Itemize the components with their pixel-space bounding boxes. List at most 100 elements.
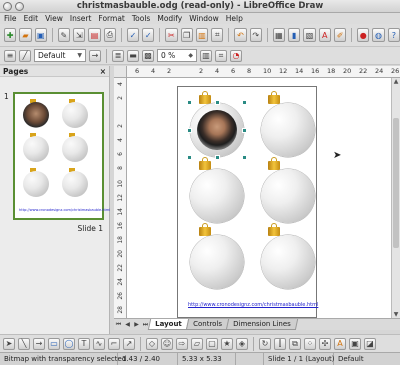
- curve-icon[interactable]: ∿: [93, 337, 105, 350]
- bauble[interactable]: [261, 169, 315, 223]
- menu-tools[interactable]: Tools: [132, 14, 150, 23]
- arrow-line-icon[interactable]: →: [33, 337, 45, 350]
- filter-icon[interactable]: ◔: [230, 49, 242, 62]
- resize-handle[interactable]: [242, 128, 247, 133]
- menu-file[interactable]: File: [4, 14, 17, 23]
- window-title: christmasbauble.odg (read-only) - LibreO…: [76, 1, 324, 11]
- bauble[interactable]: [190, 235, 244, 289]
- 3d-objects-icon[interactable]: ◈: [236, 337, 248, 350]
- copy-icon[interactable]: ❐: [180, 28, 193, 42]
- tab-layout[interactable]: Layout: [147, 319, 189, 330]
- vertical-ruler[interactable]: 4 2 2 4 6 8 10 12 14 16 18 20 22 24 26 28: [114, 78, 127, 318]
- ellipse-icon[interactable]: ◯: [63, 337, 75, 350]
- resize-handle[interactable]: [215, 155, 220, 160]
- resize-handle[interactable]: [242, 100, 247, 105]
- close-icon[interactable]: ×: [100, 67, 106, 76]
- text-icon[interactable]: T: [78, 337, 90, 350]
- resize-handle[interactable]: [242, 155, 247, 160]
- paste-icon[interactable]: ▥: [195, 28, 209, 42]
- resize-handle[interactable]: [187, 100, 192, 105]
- vertical-scrollbar[interactable]: ▲ ▼: [391, 78, 400, 318]
- styles-icon[interactable]: ≡: [4, 49, 16, 62]
- redo-icon[interactable]: ↷: [249, 28, 262, 42]
- page-url[interactable]: http://www.cronodesignz.com/christmasbau…: [188, 302, 318, 308]
- extrusion-icon[interactable]: ◪: [364, 337, 376, 350]
- prev-tab-icon[interactable]: ◀: [123, 321, 132, 328]
- flowchart-icon[interactable]: ▱: [191, 337, 203, 350]
- bauble[interactable]: [261, 235, 315, 289]
- fontwork-gallery-icon[interactable]: A: [334, 337, 346, 350]
- toolbar-separator: [51, 28, 53, 42]
- cut-icon[interactable]: ✂: [165, 28, 178, 42]
- stars-icon[interactable]: ★: [221, 337, 233, 350]
- arrow-style-icon[interactable]: →: [89, 49, 101, 62]
- slide-thumbnail[interactable]: http://www.cronodesignz.com/christmasbau…: [13, 92, 110, 220]
- line-width-icon[interactable]: ≣: [112, 49, 124, 62]
- spellcheck-icon[interactable]: ✓: [126, 28, 140, 42]
- open-icon[interactable]: ▰: [19, 28, 32, 42]
- help-icon[interactable]: ?: [387, 28, 400, 42]
- shadow-icon[interactable]: ▥: [200, 49, 212, 62]
- table-icon[interactable]: ▦: [272, 28, 286, 42]
- chart-icon[interactable]: ▮: [288, 28, 301, 42]
- undo-icon[interactable]: ↶: [234, 28, 247, 42]
- style-select[interactable]: Default ▼: [34, 49, 86, 62]
- new-icon[interactable]: ✚: [4, 28, 17, 42]
- drawing-page[interactable]: http://www.cronodesignz.com/christmasbau…: [177, 86, 318, 318]
- line-icon[interactable]: ╱: [19, 49, 31, 62]
- block-arrows-icon[interactable]: ⇨: [176, 337, 188, 350]
- pdf-icon[interactable]: ▤: [88, 28, 101, 42]
- image-icon[interactable]: ▧: [303, 28, 316, 42]
- next-tab-icon[interactable]: ▶: [132, 321, 141, 328]
- horizontal-ruler[interactable]: 6 4 2 2 4 6 8 10 12 14 16 18 20 22 24 26: [127, 66, 400, 78]
- export-icon[interactable]: ⇲: [73, 28, 86, 42]
- glue-points-icon[interactable]: ✣: [319, 337, 331, 350]
- menu-view[interactable]: View: [45, 14, 63, 23]
- gallery-icon[interactable]: ◍: [372, 28, 385, 42]
- line-tool-icon[interactable]: ╲: [18, 337, 30, 350]
- area-icon[interactable]: ▩: [142, 49, 154, 62]
- menu-edit[interactable]: Edit: [24, 14, 39, 23]
- navigator-icon[interactable]: ●: [357, 28, 370, 42]
- points-icon[interactable]: ⁘: [304, 337, 316, 350]
- crop-icon[interactable]: ⌗: [215, 49, 227, 62]
- connector-icon[interactable]: ⌐: [108, 337, 120, 350]
- fontwork-icon[interactable]: A: [318, 28, 331, 42]
- arrange-icon[interactable]: ⧉: [289, 337, 301, 350]
- edit-file-icon[interactable]: ✎: [57, 28, 71, 42]
- scroll-up-icon[interactable]: ▲: [392, 78, 400, 85]
- menu-format[interactable]: Format: [98, 14, 124, 23]
- resize-handle[interactable]: [215, 100, 220, 105]
- rotate-icon[interactable]: ↻: [259, 337, 271, 350]
- menu-window[interactable]: Window: [189, 14, 219, 23]
- autospell-icon[interactable]: ✓: [142, 28, 155, 42]
- transparency-field[interactable]: 0 % ◆: [157, 49, 197, 62]
- menu-help[interactable]: Help: [226, 14, 243, 23]
- rectangle-icon[interactable]: ▭: [48, 337, 60, 350]
- menu-modify[interactable]: Modify: [157, 14, 182, 23]
- align-icon[interactable]: ⫿: [274, 337, 286, 350]
- symbol-shapes-icon[interactable]: ☺: [161, 337, 173, 350]
- clone-format-icon[interactable]: ⌗: [211, 28, 224, 42]
- save-icon[interactable]: ▣: [34, 28, 47, 42]
- lines-arrows-icon[interactable]: ↗: [123, 337, 135, 350]
- line-color-icon[interactable]: ▬: [127, 49, 139, 62]
- scrollbar-thumb[interactable]: [393, 118, 399, 248]
- bauble[interactable]: [190, 169, 244, 223]
- print-icon[interactable]: ⎙: [103, 28, 116, 42]
- resize-handle[interactable]: [187, 155, 192, 160]
- callouts-icon[interactable]: ▢: [206, 337, 218, 350]
- select-icon[interactable]: ➤: [3, 337, 15, 350]
- from-file-icon[interactable]: ▣: [349, 337, 361, 350]
- scroll-down-icon[interactable]: ▼: [392, 311, 400, 318]
- basic-shapes-icon[interactable]: ◇: [146, 337, 158, 350]
- draw-functions-icon[interactable]: ✐: [333, 28, 347, 42]
- tab-controls[interactable]: Controls: [185, 319, 229, 330]
- tab-dimension-lines[interactable]: Dimension Lines: [225, 319, 298, 330]
- tab-dimension-lines-label: Dimension Lines: [232, 320, 291, 328]
- drawing-canvas[interactable]: http://www.cronodesignz.com/christmasbau…: [127, 78, 391, 318]
- resize-handle[interactable]: [187, 128, 192, 133]
- bauble[interactable]: [261, 103, 315, 157]
- first-tab-icon[interactable]: ⏮: [114, 321, 123, 329]
- menu-insert[interactable]: Insert: [70, 14, 92, 23]
